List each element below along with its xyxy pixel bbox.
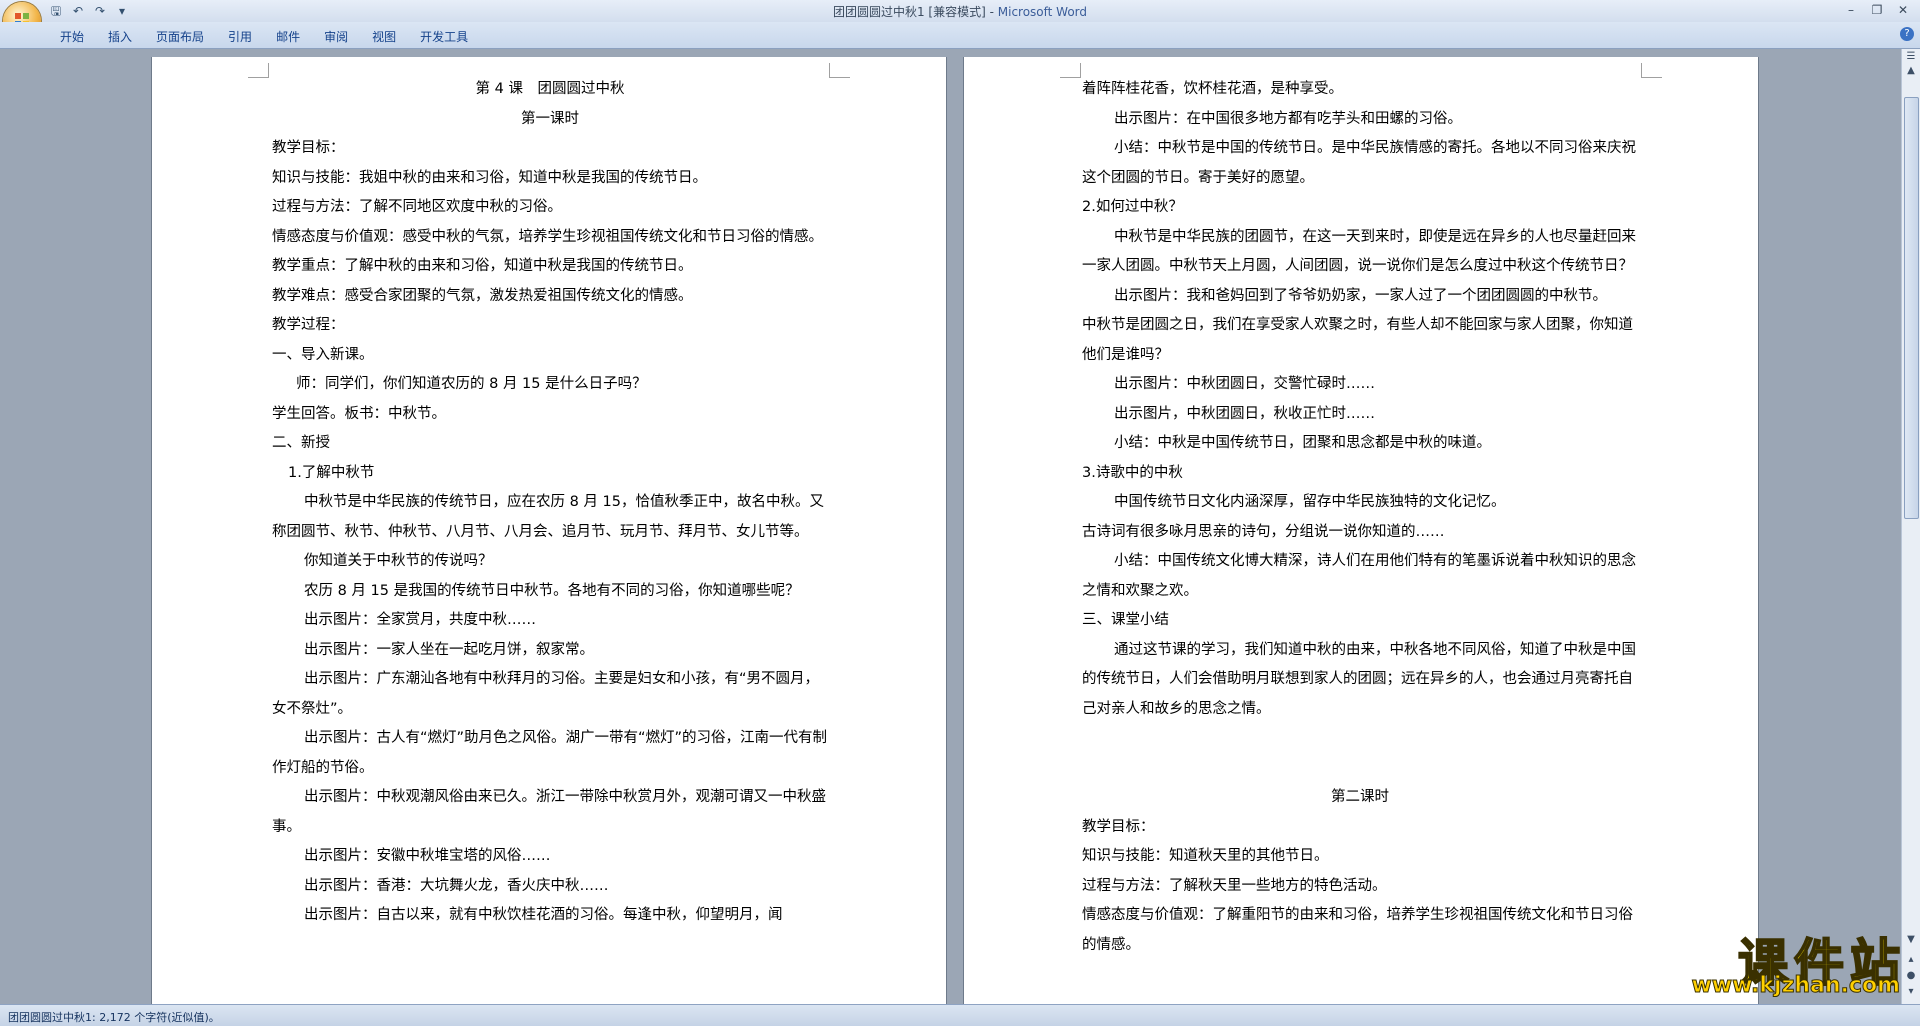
paragraph: 出示图片：中秋观潮风俗由来已久。浙江一带除中秋赏月外，观潮可谓又一中秋盛事。 xyxy=(272,789,826,835)
paragraph: 小结：中秋是中国传统节日，团聚和思念都是中秋的味道。 xyxy=(1114,435,1491,451)
restore-icon[interactable]: ❐ xyxy=(1866,2,1888,18)
paragraph: 出示图片：自古以来，就有中秋饮桂花酒的习俗。每逢中秋，仰望明月，闻 xyxy=(304,907,783,923)
vertical-scrollbar[interactable]: ☰ ▲ ▼ ▴ ● ▾ xyxy=(1901,49,1920,1004)
paragraph: 情感态度与价值观：感受中秋的气氛，培养学生珍视祖国传统文化和节日习俗的情感。 xyxy=(272,228,823,245)
paragraph: 教学目标： xyxy=(272,140,345,156)
paragraph: 学生回答。板书：中秋节。 xyxy=(272,405,446,422)
page-1-body: 第 4 课 团圆圆过中秋 第一课时 教学目标： 知识与技能：我姐中秋的由来和习俗… xyxy=(272,75,828,931)
paragraph: 出示图片：香港：大坑舞火龙，香火庆中秋…… xyxy=(304,877,609,894)
window-controls: – ❐ ✕ xyxy=(1840,2,1914,18)
paragraph: 师：同学们，你们知道农历的 8 月 15 是什么日子吗？ xyxy=(296,376,647,392)
paragraph: 出示图片：全家赏月，共度中秋…… xyxy=(304,612,536,628)
paragraph: 通过这节课的学习，我们知道中秋的由来，中秋各地不同风俗，知道了中秋是中国的传统节… xyxy=(1082,641,1636,717)
close-icon[interactable]: ✕ xyxy=(1892,2,1914,18)
paragraph: 出示图片，中秋团圆日，秋收正忙时…… xyxy=(1114,405,1375,422)
margin-mark xyxy=(1641,63,1662,78)
paragraph: 教学重点：了解中秋的由来和习俗，知道中秋是我国的传统节日。 xyxy=(272,258,693,274)
margin-mark xyxy=(1060,63,1081,78)
paragraph: 出示图片：我和爸妈回到了爷爷奶奶家，一家人过了一个团团圆圆的中秋节。 xyxy=(1114,287,1607,304)
paragraph: 出示图片：在中国很多地方都有吃芋头和田螺的习俗。 xyxy=(1114,110,1462,127)
paragraph: 三、课堂小结 xyxy=(1082,612,1169,628)
paragraph: 小结：中国传统文化博大精深，诗人们在用他们特有的笔墨诉说着中秋知识的思念之情和欢… xyxy=(1082,553,1636,599)
watermark-url: www.kjzhan.com xyxy=(1691,973,1901,999)
tab-mailings[interactable]: 邮件 xyxy=(264,28,312,45)
paragraph: 中秋节是中华民族的传统节日，应在农历 8 月 15，恰值秋季正中，故名中秋。又称… xyxy=(272,494,825,540)
lesson-title: 第 4 课 团圆圆过中秋 xyxy=(475,81,625,97)
paragraph: 出示图片：广东潮汕各地有中秋拜月的习俗。主要是妇女和小孩，有“男不圆月，女不祭灶… xyxy=(272,671,820,717)
paragraph: 出示图片：中秋团圆日，交警忙碌时…… xyxy=(1114,376,1375,392)
document-title: 团团圆圆过中秋1 [兼容模式] - xyxy=(832,5,998,19)
paragraph: 一、导入新课。 xyxy=(272,346,374,363)
paragraph: 3.诗歌中的中秋 xyxy=(1082,464,1183,481)
scrollbar-thumb[interactable] xyxy=(1904,97,1919,519)
paragraph: 教学过程： xyxy=(272,317,345,333)
paragraph: 中国传统节日文化内涵深厚，留存中华民族独特的文化记忆。 xyxy=(1114,494,1506,510)
tab-developer[interactable]: 开发工具 xyxy=(408,28,480,45)
paragraph: 古诗词有很多咏月思亲的诗句，分组说一说你知道的…… xyxy=(1082,523,1445,540)
watermark-logo: 课件站 www.kjzhan.com xyxy=(1672,923,1906,999)
document-area: 第 4 课 团圆圆过中秋 第一课时 教学目标： 知识与技能：我姐中秋的由来和习俗… xyxy=(0,49,1902,1004)
paragraph: 情感态度与价值观：了解重阳节的由来和习俗，培养学生珍视祖国传统文化和节日习俗的情… xyxy=(1082,907,1633,953)
next-page-icon[interactable]: ▾ xyxy=(1905,986,1917,998)
paragraph: 知识与技能：知道秋天里的其他节日。 xyxy=(1082,848,1329,864)
paragraph: 过程与方法：了解不同地区欢度中秋的习俗。 xyxy=(272,199,562,215)
scroll-down-icon[interactable]: ▼ xyxy=(1905,934,1917,946)
paragraph: 中秋节是团圆之日，我们在享受家人欢聚之时，有些人却不能回家与家人团聚，你知道他们… xyxy=(1082,317,1633,363)
help-icon[interactable]: ? xyxy=(1900,27,1914,41)
ruler-toggle-icon[interactable]: ☰ xyxy=(1905,51,1917,63)
window-title: 团团圆圆过中秋1 [兼容模式] - Microsoft Word xyxy=(0,3,1920,20)
paragraph: 教学目标： xyxy=(1082,818,1155,835)
paragraph: 教学难点：感受合家团聚的气氛，激发热爱祖国传统文化的情感。 xyxy=(272,287,693,304)
title-bar: 🖫 ↶ ↷ ▾ 团团圆圆过中秋1 [兼容模式] - Microsoft Word… xyxy=(0,0,1920,40)
ribbon-tabs: 开始 插入 页面布局 引用 邮件 审阅 视图 开发工具 ? xyxy=(0,22,1920,49)
paragraph: 出示图片：古人有“燃灯”助月色之风俗。湖广一带有“燃灯”的习俗，江南一代有制作灯… xyxy=(272,730,828,776)
paragraph: 中秋节是中华民族的团圆节，在这一天到来时，即使是远在异乡的人也尽量赶回来一家人团… xyxy=(1082,228,1636,275)
select-browse-object-icon[interactable]: ● xyxy=(1905,970,1917,982)
paragraph: 小结：中秋节是中国的传统节日。是中华民族情感的寄托。各地以不同习俗来庆祝这个团圆… xyxy=(1082,140,1636,186)
paragraph: 2.如何过中秋？ xyxy=(1082,199,1183,215)
tab-view[interactable]: 视图 xyxy=(360,28,408,45)
page-2-body: 着阵阵桂花香，饮杯桂花酒，是种享受。 出示图片：在中国很多地方都有吃芋头和田螺的… xyxy=(1082,75,1638,960)
empty-paragraph xyxy=(1082,724,1638,754)
word-count-status[interactable]: 团团圆圆过中秋1: 2,172 个字符(近似值)。 xyxy=(8,1009,220,1025)
tab-home[interactable]: 开始 xyxy=(48,28,96,45)
tab-references[interactable]: 引用 xyxy=(216,28,264,45)
app-name: Microsoft Word xyxy=(997,5,1088,19)
paragraph: 农历 8 月 15 是我国的传统节日中秋节。各地有不同的习俗，你知道哪些呢？ xyxy=(304,582,800,599)
paragraph: 1.了解中秋节 xyxy=(288,464,375,481)
previous-page-icon[interactable]: ▴ xyxy=(1905,954,1917,966)
paragraph: 二、新授 xyxy=(272,435,330,451)
paragraph: 你知道关于中秋节的传说吗？ xyxy=(304,553,493,569)
tab-review[interactable]: 审阅 xyxy=(312,28,360,45)
page-1[interactable]: 第 4 课 团圆圆过中秋 第一课时 教学目标： 知识与技能：我姐中秋的由来和习俗… xyxy=(152,57,946,1004)
section-title: 第一课时 xyxy=(521,110,579,127)
margin-mark xyxy=(829,63,850,78)
tab-page-layout[interactable]: 页面布局 xyxy=(144,28,216,45)
scroll-up-icon[interactable]: ▲ xyxy=(1905,65,1917,77)
page-2[interactable]: 着阵阵桂花香，饮杯桂花酒，是种享受。 出示图片：在中国很多地方都有吃芋头和田螺的… xyxy=(964,57,1758,1004)
minimize-icon[interactable]: – xyxy=(1840,2,1862,18)
paragraph: 过程与方法：了解秋天里一些地方的特色活动。 xyxy=(1082,877,1387,894)
empty-paragraph xyxy=(1082,754,1638,784)
margin-mark xyxy=(248,63,269,78)
paragraph: 知识与技能：我姐中秋的由来和习俗，知道中秋是我国的传统节日。 xyxy=(272,169,707,186)
section-title: 第二课时 xyxy=(1331,789,1389,805)
status-bar: 团团圆圆过中秋1: 2,172 个字符(近似值)。 xyxy=(0,1004,1920,1026)
tab-insert[interactable]: 插入 xyxy=(96,28,144,45)
paragraph: 出示图片：一家人坐在一起吃月饼，叙家常。 xyxy=(304,641,594,658)
paragraph: 着阵阵桂花香，饮杯桂花酒，是种享受。 xyxy=(1082,81,1343,97)
paragraph: 出示图片：安徽中秋堆宝塔的风俗…… xyxy=(304,848,551,864)
